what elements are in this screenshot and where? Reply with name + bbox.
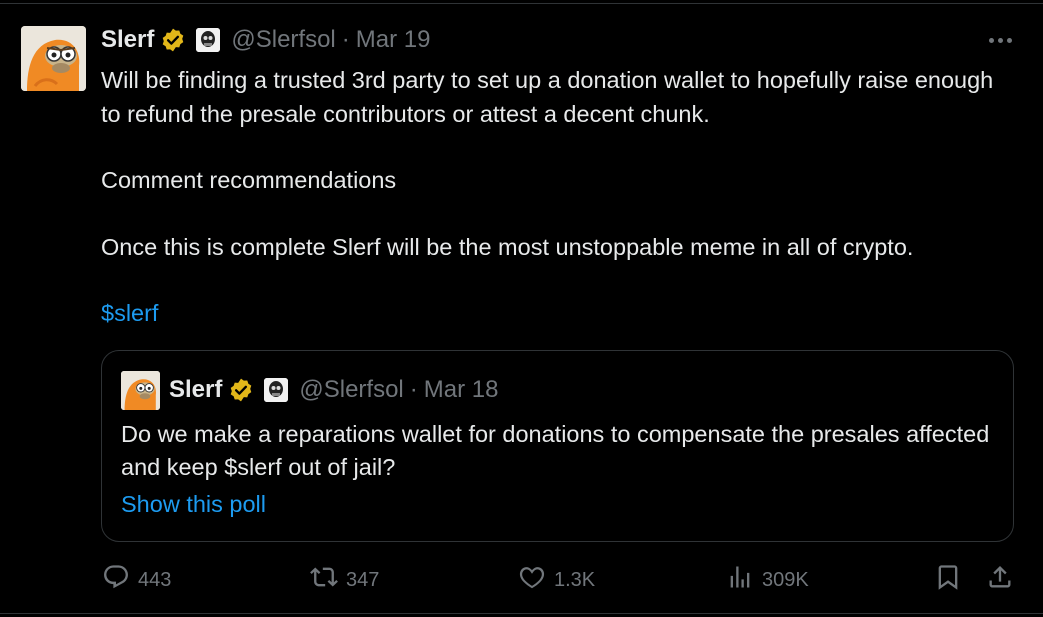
author-handle[interactable]: @Slerfsol [231,26,335,54]
quote-text: Do we make a reparations wallet for dona… [121,421,990,480]
affiliate-badge-icon [264,378,289,402]
top-divider [0,3,1043,4]
quote-author-handle: @Slerfsol [299,376,404,403]
bottom-divider [0,613,1043,614]
quote-author-name[interactable]: Slerf [169,376,222,404]
share-button[interactable] [986,560,1014,600]
repost-button[interactable]: 347 [310,560,379,600]
cashtag-link[interactable]: $slerf [101,300,158,326]
action-bar: 443 347 1.3K 309K [0,560,1043,600]
reply-button[interactable]: 443 [102,560,171,600]
quote-date: Mar 18 [423,376,499,403]
reply-count: 443 [138,568,172,591]
bookmark-icon [934,563,962,597]
share-icon [986,563,1014,597]
views-icon [726,563,754,597]
views-button[interactable]: 309K [726,560,809,600]
tweet-text-line: Once this is complete Slerf will be the … [101,233,914,260]
author-name[interactable]: Slerf [101,26,154,54]
author-avatar[interactable] [21,26,86,91]
like-button[interactable]: 1.3K [518,560,595,600]
views-count: 309K [762,568,809,591]
verified-badge-icon [228,377,254,403]
affiliate-badge-icon[interactable] [196,28,221,52]
reply-icon [102,563,130,597]
quoted-tweet[interactable]: Slerf @Slerfsol · Mar 18 Do we make a re… [101,350,1014,542]
separator-dot: · [341,26,350,53]
quote-author-avatar[interactable] [121,371,160,410]
tweet-date[interactable]: Mar 19 [356,26,431,54]
tweet-text-line: Will be finding a trusted 3rd party to s… [101,67,994,127]
like-icon [518,563,546,597]
repost-icon [310,563,338,597]
bookmark-button[interactable] [934,560,962,600]
separator-dot: · [409,376,418,403]
repost-count: 347 [346,568,380,591]
quote-header: Slerf @Slerfsol · Mar 18 [169,373,498,407]
more-icon[interactable] [985,28,1015,52]
show-poll-link[interactable]: Show this poll [121,491,266,518]
tweet-text-line: Comment recommendations [101,167,397,193]
tweet-body: Will be finding a trusted 3rd party to s… [101,64,1011,331]
like-count: 1.3K [554,568,596,591]
tweet-header: Slerf @Slerfsol · Mar 19 [101,24,430,56]
verified-badge-icon[interactable] [160,27,186,53]
